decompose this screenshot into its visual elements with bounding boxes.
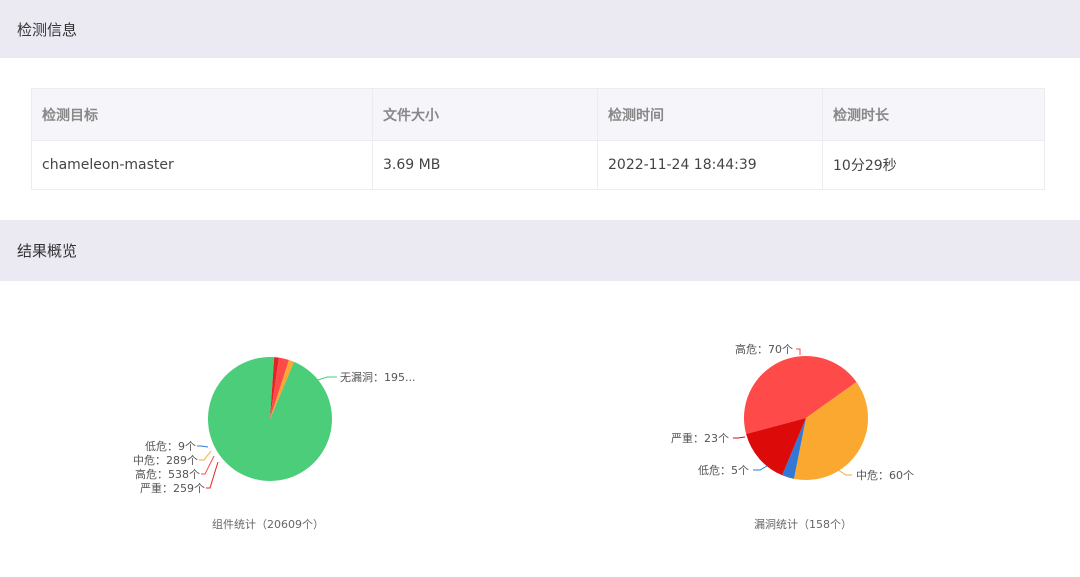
pie-slice-0-1	[270, 357, 280, 419]
section-title-info: 检测信息	[17, 20, 78, 39]
pie-slice-1-1	[793, 381, 869, 481]
pie-leader-0-2	[201, 455, 215, 475]
pie-leader-0-3	[199, 450, 212, 461]
pie-slice-0-2	[270, 357, 289, 419]
info-table: 检测目标 文件大小 检测时间 检测时长 chameleon-master 3.6…	[31, 88, 1045, 190]
cell-size: 3.69 MB	[372, 140, 598, 190]
pie-leader-0-4	[197, 445, 209, 448]
charts-canvas: 无漏洞：195... 严重：259个高危：538个中危：289个低危：9个组件统计…	[133, 342, 914, 531]
pie-label-1-2: 低危：5个	[698, 464, 749, 477]
table-header-row: 检测目标 文件大小 检测时间 检测时长	[31, 88, 1045, 141]
section-title-summary: 结果概览	[17, 242, 78, 260]
pie-slice-1-2	[782, 418, 806, 479]
section-header-summary: 结果概览	[0, 220, 1080, 281]
pie-leader-1-2	[753, 465, 768, 471]
pie-leader-0-0	[314, 376, 337, 382]
cell-time: 2022-11-24 18:44:39	[597, 140, 823, 190]
report-page: 检测信息 检测目标 文件大小 检测时间 检测时长 chameleon-maste…	[0, 0, 1080, 577]
pie-label-1-3: 严重：23个	[671, 431, 729, 445]
col-header-target: 检测目标	[31, 88, 373, 141]
pie-leader-1-0	[796, 348, 801, 355]
chart-title-1: 漏洞统计（158个）	[754, 518, 852, 531]
pie-slice-1-0	[743, 355, 857, 435]
pie-slice-0-0	[207, 356, 332, 481]
pie-label-1-0: 高危：70个	[735, 342, 793, 356]
cell-duration: 10分29秒	[833, 158, 897, 174]
pie-leader-0-1	[206, 461, 219, 489]
pie-label-0-1: 严重：259个	[140, 481, 205, 495]
chart-title-0: 组件统计（20609个）	[212, 517, 324, 531]
pie-label-0-0: 无漏洞：195...	[340, 371, 416, 384]
cell-target: chameleon-master	[31, 140, 373, 190]
pie-label-1-1: 中危：60个	[856, 469, 914, 482]
section-header-info: 检测信息	[0, 0, 1080, 58]
pie-slice-0-4	[270, 361, 295, 419]
pie-label-0-4: 低危：9个	[145, 440, 196, 453]
pie-leader-1-3	[733, 436, 746, 439]
pie-label-0-2: 高危：538个	[135, 467, 200, 481]
col-header-size: 文件大小	[372, 88, 598, 141]
pie-slice-1-3	[746, 418, 806, 476]
table-row: chameleon-master 3.69 MB 2022-11-24 18:4…	[31, 140, 1045, 190]
pie-label-0-3: 中危：289个	[133, 454, 198, 467]
col-header-duration: 检测时长	[833, 107, 889, 124]
pie-leader-1-1	[837, 469, 852, 476]
col-header-time: 检测时间	[597, 88, 823, 141]
pie-slice-0-3	[270, 359, 295, 419]
